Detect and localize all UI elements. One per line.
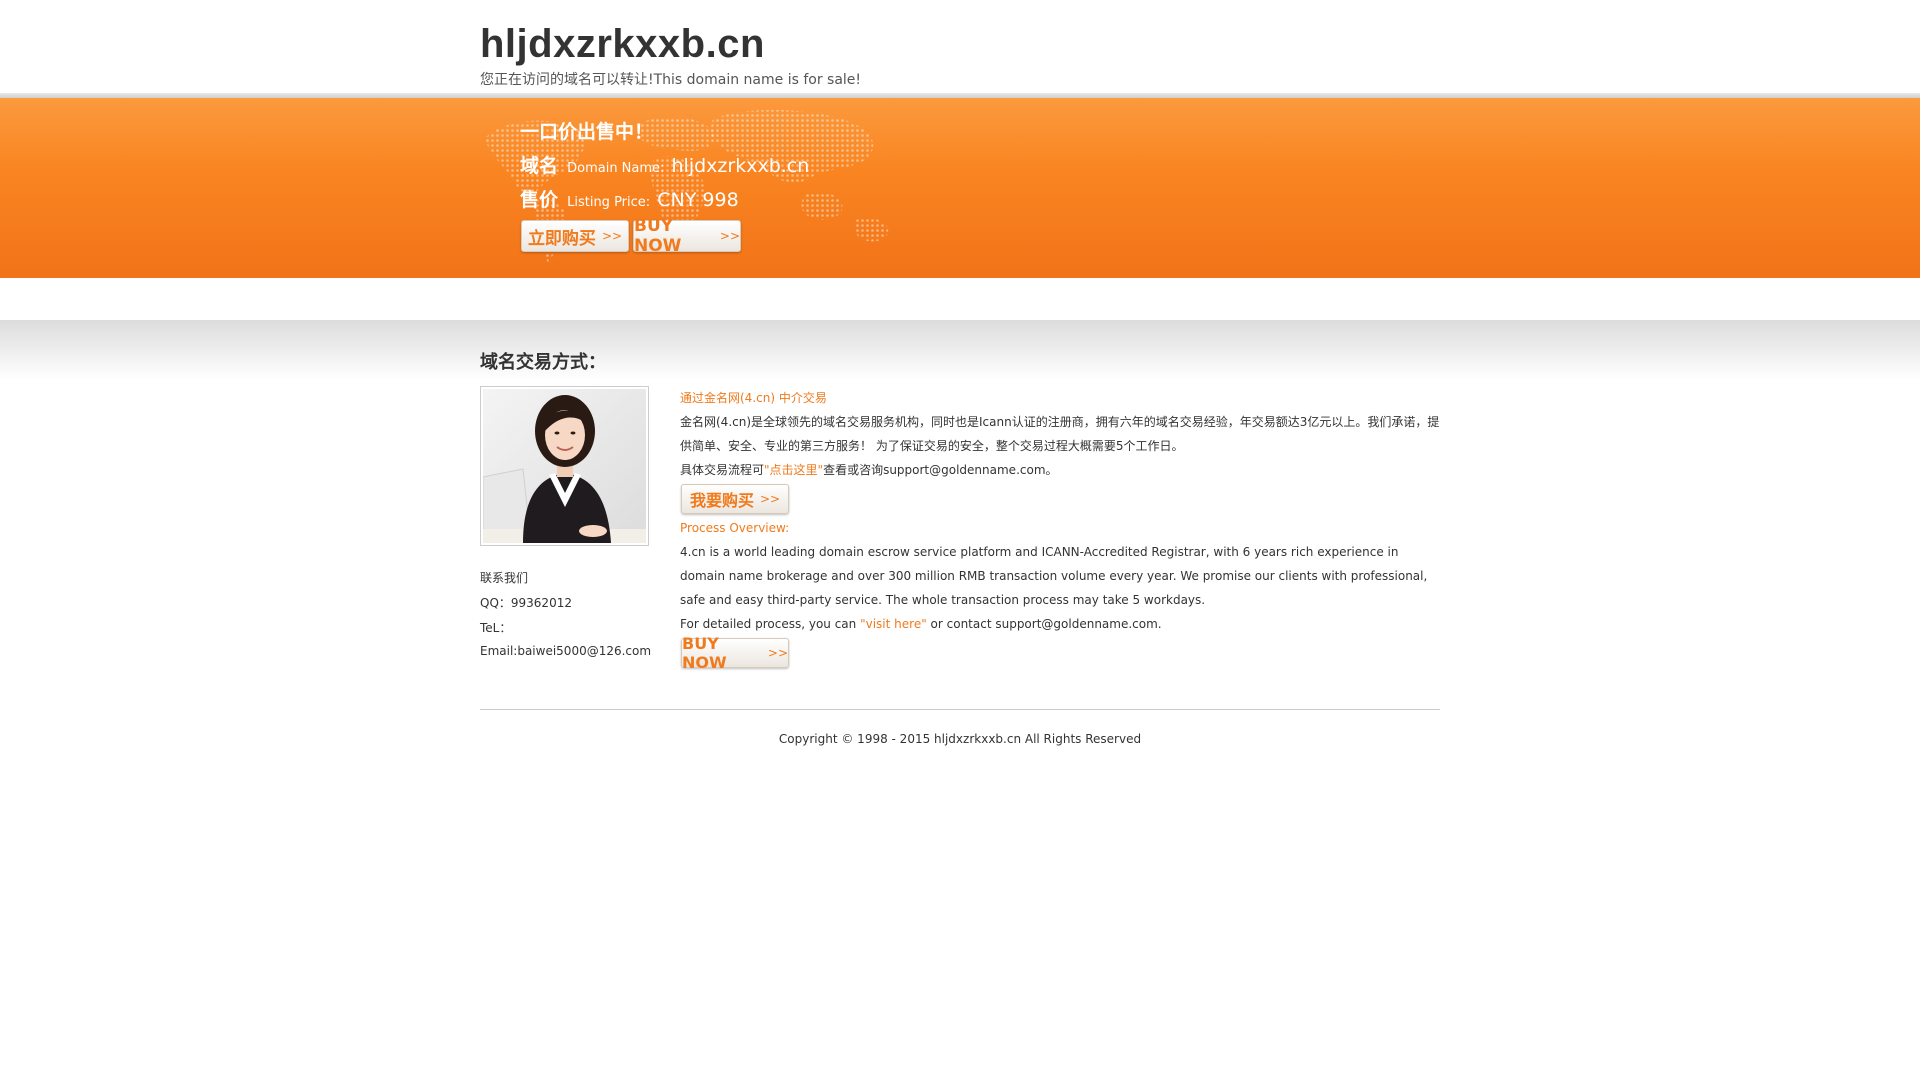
cn-escrow-paragraph: 金名网(4.cn)是全球领先的域名交易服务机构，同时也是Icann认证的注册商，… bbox=[680, 415, 1440, 453]
buy-now-en-label: BUY NOW bbox=[682, 634, 727, 672]
double-arrow-icon: >> bbox=[767, 646, 788, 660]
buy-now-cn-button[interactable]: 立即购买 >> bbox=[521, 220, 629, 252]
cn-click-here-link[interactable]: "点击这里" bbox=[764, 463, 823, 477]
cn-escrow-heading: 通过金名网(4.cn) 中介交易 bbox=[680, 391, 827, 405]
double-arrow-icon: >> bbox=[719, 229, 740, 243]
buy-now-cn-label: 立即购买 bbox=[527, 228, 596, 249]
contact-qq: QQ：99362012 bbox=[480, 596, 572, 610]
contact-heading: 联系我们 bbox=[480, 571, 529, 585]
price-line: 售价 Listing Price: CNY 998 bbox=[520, 185, 739, 212]
en-detail-line: For detailed process, you can "visit her… bbox=[680, 612, 1440, 636]
cn-detail-prefix: 具体交易流程可 bbox=[680, 463, 765, 477]
agent-photo-frame bbox=[480, 386, 649, 546]
buy-now-label: BUY NOW bbox=[634, 216, 682, 256]
price-label-cn: 售价 bbox=[520, 189, 559, 211]
domain-value: hljdxzrkxxb.cn bbox=[671, 155, 810, 177]
cn-detail-line: 具体交易流程可"点击这里"查看或咨询support@goldenname.com… bbox=[680, 458, 1440, 482]
double-arrow-icon: >> bbox=[759, 492, 781, 506]
visit-here-link[interactable]: "visit here" bbox=[860, 617, 927, 631]
contact-email: Email:baiwei5000@126.com bbox=[480, 644, 652, 658]
en-detail-suffix: or contact support@goldenname.com. bbox=[926, 617, 1162, 631]
domain-line: 域名 Domain Name: hljdxzrkxxb.cn bbox=[520, 151, 809, 178]
buy-now-en-button[interactable]: BUY NOW >> bbox=[681, 634, 789, 672]
cn-detail-suffix: 查看或咨询support@goldenname.com。 bbox=[823, 463, 1058, 477]
site-title: hljdxzrkxxb.cn bbox=[480, 22, 765, 66]
footer-divider bbox=[480, 709, 1440, 710]
agent-photo bbox=[483, 389, 646, 543]
sale-banner: 一口价出售中！ 域名 Domain Name: hljdxzrkxxb.cn 售… bbox=[0, 98, 1920, 278]
domain-label-en: Domain Name: bbox=[567, 161, 665, 176]
want-to-buy-button[interactable]: 我要购买 >> bbox=[681, 484, 789, 514]
process-overview-paragraph: 4.cn is a world leading domain escrow se… bbox=[680, 545, 1428, 607]
copyright: Copyright © 1998 - 2015 hljdxzrkxxb.cn A… bbox=[778, 732, 1142, 746]
section-title: 域名交易方式： bbox=[480, 352, 606, 373]
domain-label-cn: 域名 bbox=[520, 155, 559, 177]
double-arrow-icon: >> bbox=[601, 229, 623, 243]
sale-heading: 一口价出售中！ bbox=[520, 121, 654, 143]
price-label-en: Listing Price: bbox=[567, 195, 651, 210]
section-divider-band bbox=[0, 320, 1920, 380]
price-value: CNY 998 bbox=[657, 189, 739, 211]
contact-tel: TeL： bbox=[480, 621, 512, 635]
process-overview-heading: Process Overview: bbox=[680, 521, 790, 535]
header: hljdxzrkxxb.cn 您正在访问的域名可以转让!This domain … bbox=[0, 0, 1920, 98]
en-detail-prefix: For detailed process, you can bbox=[680, 617, 861, 631]
buy-now-button[interactable]: BUY NOW >> bbox=[633, 216, 741, 256]
site-subtitle: 您正在访问的域名可以转让!This domain name is for sal… bbox=[480, 72, 862, 88]
want-to-buy-label: 我要购买 bbox=[689, 491, 754, 510]
